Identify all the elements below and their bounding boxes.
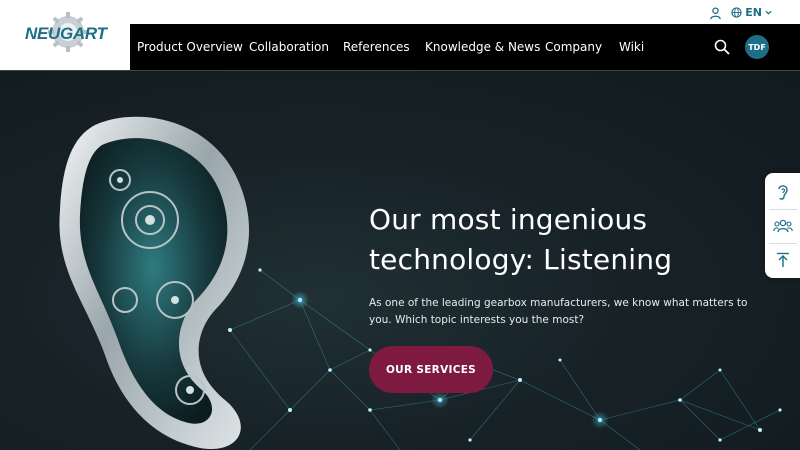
nav-item-product-overview[interactable]: Product Overview xyxy=(137,40,249,54)
search-icon[interactable] xyxy=(714,39,730,55)
scroll-top-icon[interactable] xyxy=(765,243,800,277)
language-label: EN xyxy=(745,5,762,19)
globe-icon xyxy=(731,6,742,18)
logo-link[interactable]: NEUGART xyxy=(0,0,130,70)
language-selector[interactable]: EN xyxy=(731,6,772,19)
hero-title: Our most ingenious technology: Listening xyxy=(369,200,699,280)
nav-item-company[interactable]: Company xyxy=(545,40,619,54)
hero-description: As one of the leading gearbox manufactur… xyxy=(369,297,748,326)
nav-divider xyxy=(0,70,800,71)
hero-title-line-2: technology: Listening xyxy=(369,243,673,276)
user-avatar[interactable]: TDF xyxy=(745,35,769,59)
nav-item-collaboration[interactable]: Collaboration xyxy=(249,40,343,54)
hero-section: Our most ingenious technology: Listening… xyxy=(0,70,800,450)
hero-title-line-1: Our most ingenious xyxy=(369,203,648,236)
logo-wordmark: NEUGART xyxy=(25,24,107,43)
our-services-button[interactable]: OUR SERVICES xyxy=(369,346,493,393)
ear-icon[interactable] xyxy=(765,175,800,209)
nav-item-knowledge-news[interactable]: Knowledge & News xyxy=(425,40,545,54)
nav-item-references[interactable]: References xyxy=(343,40,425,54)
utility-links: EN xyxy=(709,5,772,20)
group-icon[interactable] xyxy=(765,209,800,243)
chevron-down-icon xyxy=(765,10,772,15)
side-quick-panel xyxy=(765,173,800,278)
user-account-icon[interactable] xyxy=(709,5,723,20)
nav-item-wiki[interactable]: Wiki xyxy=(619,40,644,54)
